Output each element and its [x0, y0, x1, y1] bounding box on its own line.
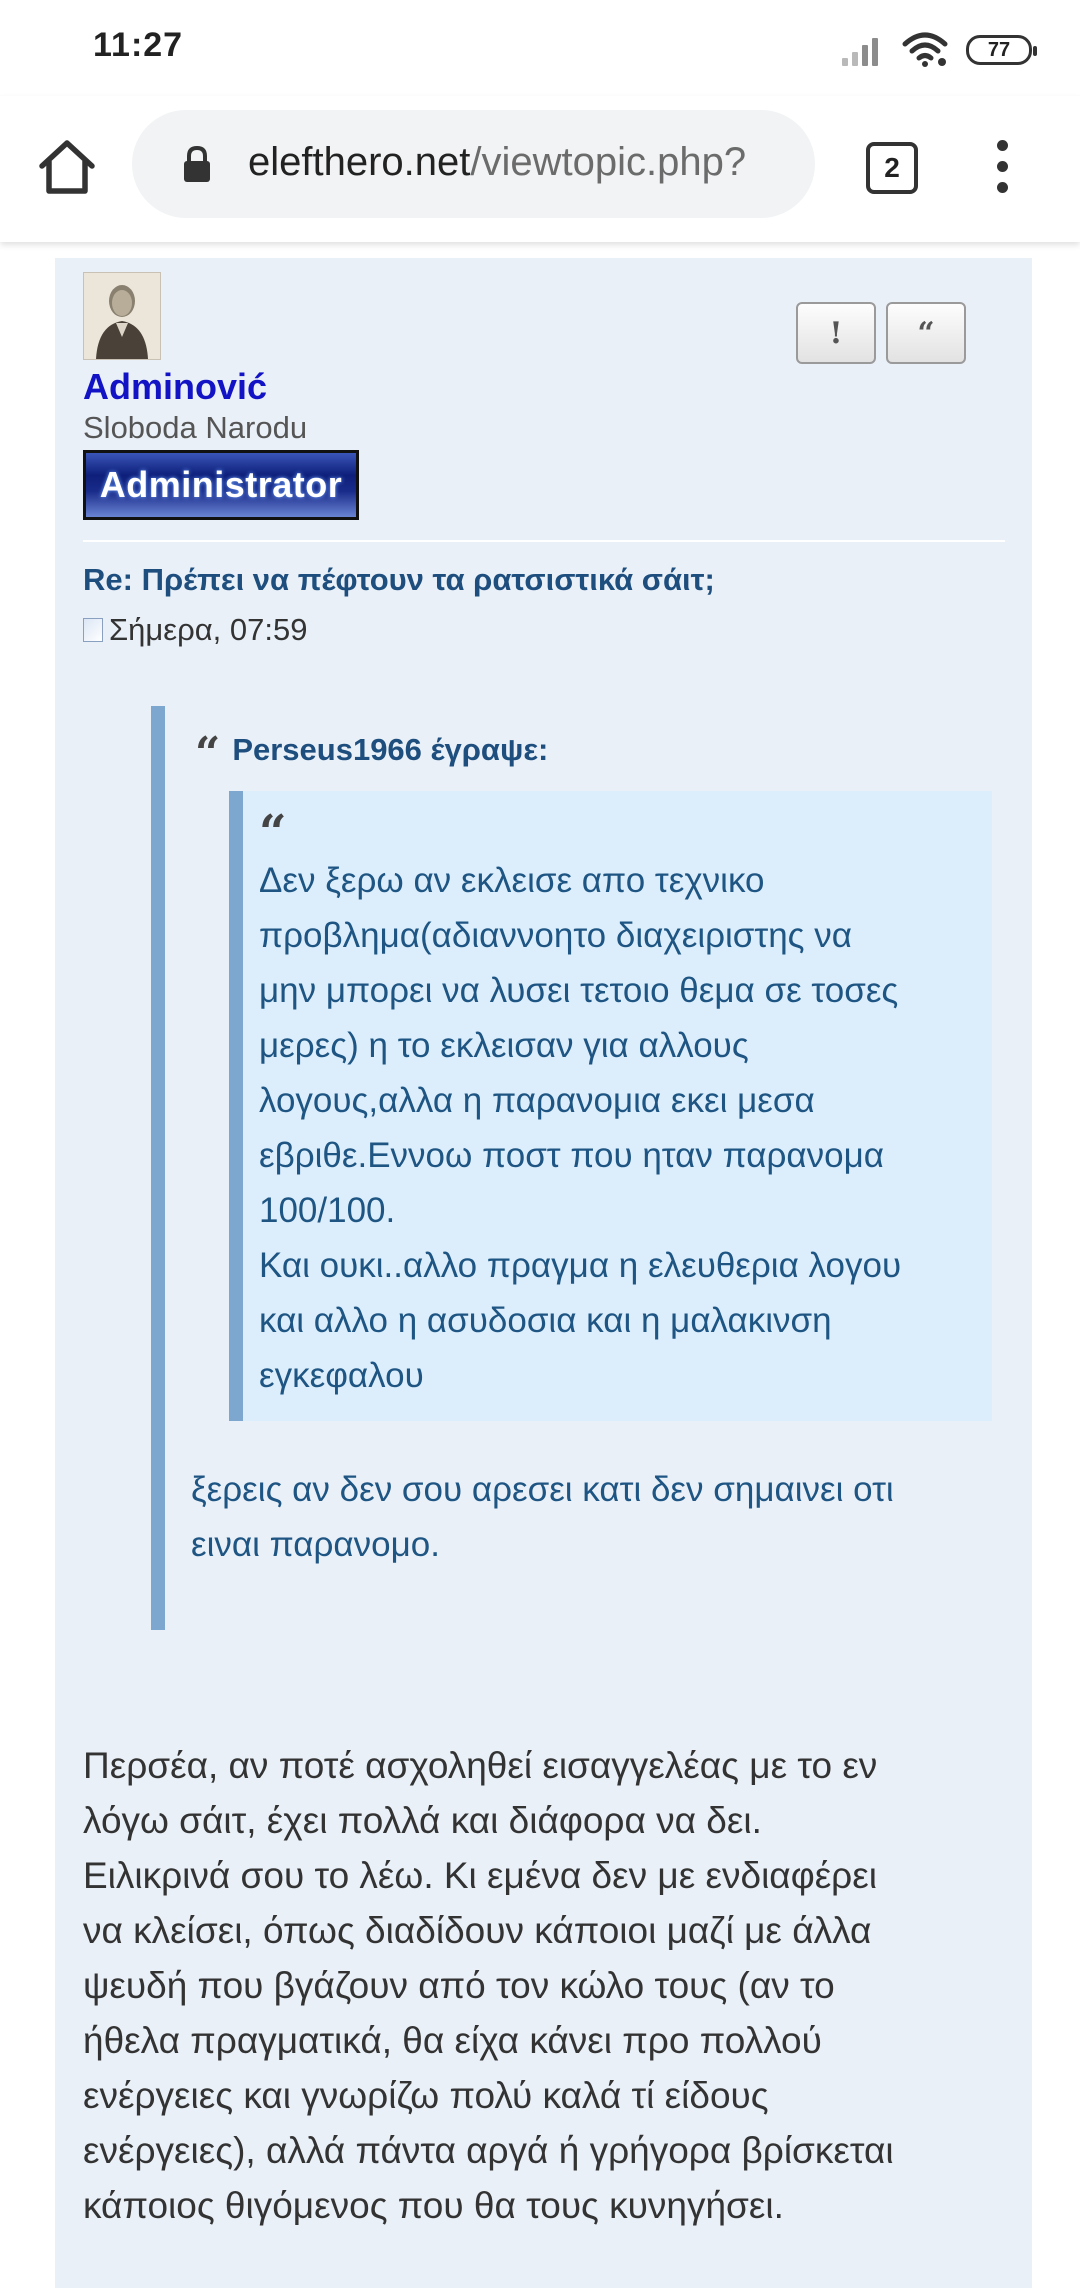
- portrait-image: [84, 273, 160, 359]
- menu-icon[interactable]: [990, 140, 1014, 200]
- avatar[interactable]: [83, 272, 161, 360]
- lock-icon: [184, 146, 210, 182]
- quote-cite: “ Perseus1966 έγραψε:: [195, 728, 548, 776]
- tabs-button[interactable]: 2: [866, 142, 918, 194]
- post-divider: [83, 540, 1005, 542]
- post-subject[interactable]: Re: Πρέπει να πέφτουν τα ρατσιστικά σάιτ…: [83, 562, 715, 598]
- url-text[interactable]: elefthero.net/viewtopic.php?: [248, 140, 798, 185]
- address-bar[interactable]: elefthero.net/viewtopic.php?: [132, 110, 815, 218]
- url-path: /viewtopic.php?: [470, 140, 747, 184]
- nested-quote-text: Δεν ξερω αν εκλεισε απο τεχνικο προβλημα…: [259, 861, 902, 1395]
- status-time: 11:27: [93, 26, 184, 64]
- post-icon: [83, 618, 103, 642]
- quote-author[interactable]: Perseus1966 έγραψε:: [232, 732, 548, 768]
- report-button[interactable]: !: [796, 302, 876, 364]
- home-icon[interactable]: [36, 136, 98, 198]
- quote-button[interactable]: “: [886, 302, 966, 364]
- post-date-row: Σήμερα, 07:59: [83, 612, 307, 648]
- post-author[interactable]: Adminović: [83, 366, 267, 408]
- nested-blockquote: “ Δεν ξερω αν εκλεισε απο τεχνικο προβλη…: [229, 791, 992, 1421]
- battery-level: 77: [987, 38, 1011, 61]
- forum-post: Adminović Sloboda Narodu Administrator !…: [55, 258, 1032, 2288]
- tab-count: 2: [884, 152, 900, 183]
- signal-icon: [840, 32, 884, 68]
- url-domain: elefthero.net: [248, 140, 471, 184]
- browser-toolbar: elefthero.net/viewtopic.php? 2: [0, 96, 1080, 242]
- status-bar: 11:27 77: [0, 0, 1080, 96]
- post-date: Σήμερα, 07:59: [109, 612, 308, 647]
- quote-mark-icon: “: [195, 728, 221, 779]
- battery-icon: 77: [966, 35, 1037, 65]
- wifi-icon: [902, 32, 948, 67]
- author-title: Sloboda Narodu: [83, 410, 308, 445]
- quote-text: ξερεις αν δεν σου αρεσει κατι δεν σημαιν…: [191, 1470, 894, 1564]
- post-body: Περσέα, αν ποτέ ασχοληθεί εισαγγελέας με…: [83, 1745, 894, 2226]
- rank-badge: Administrator: [83, 450, 359, 520]
- blockquote: “ Perseus1966 έγραψε: “ Δεν ξερω αν εκλε…: [151, 706, 992, 1630]
- status-icons: 77: [840, 30, 1037, 70]
